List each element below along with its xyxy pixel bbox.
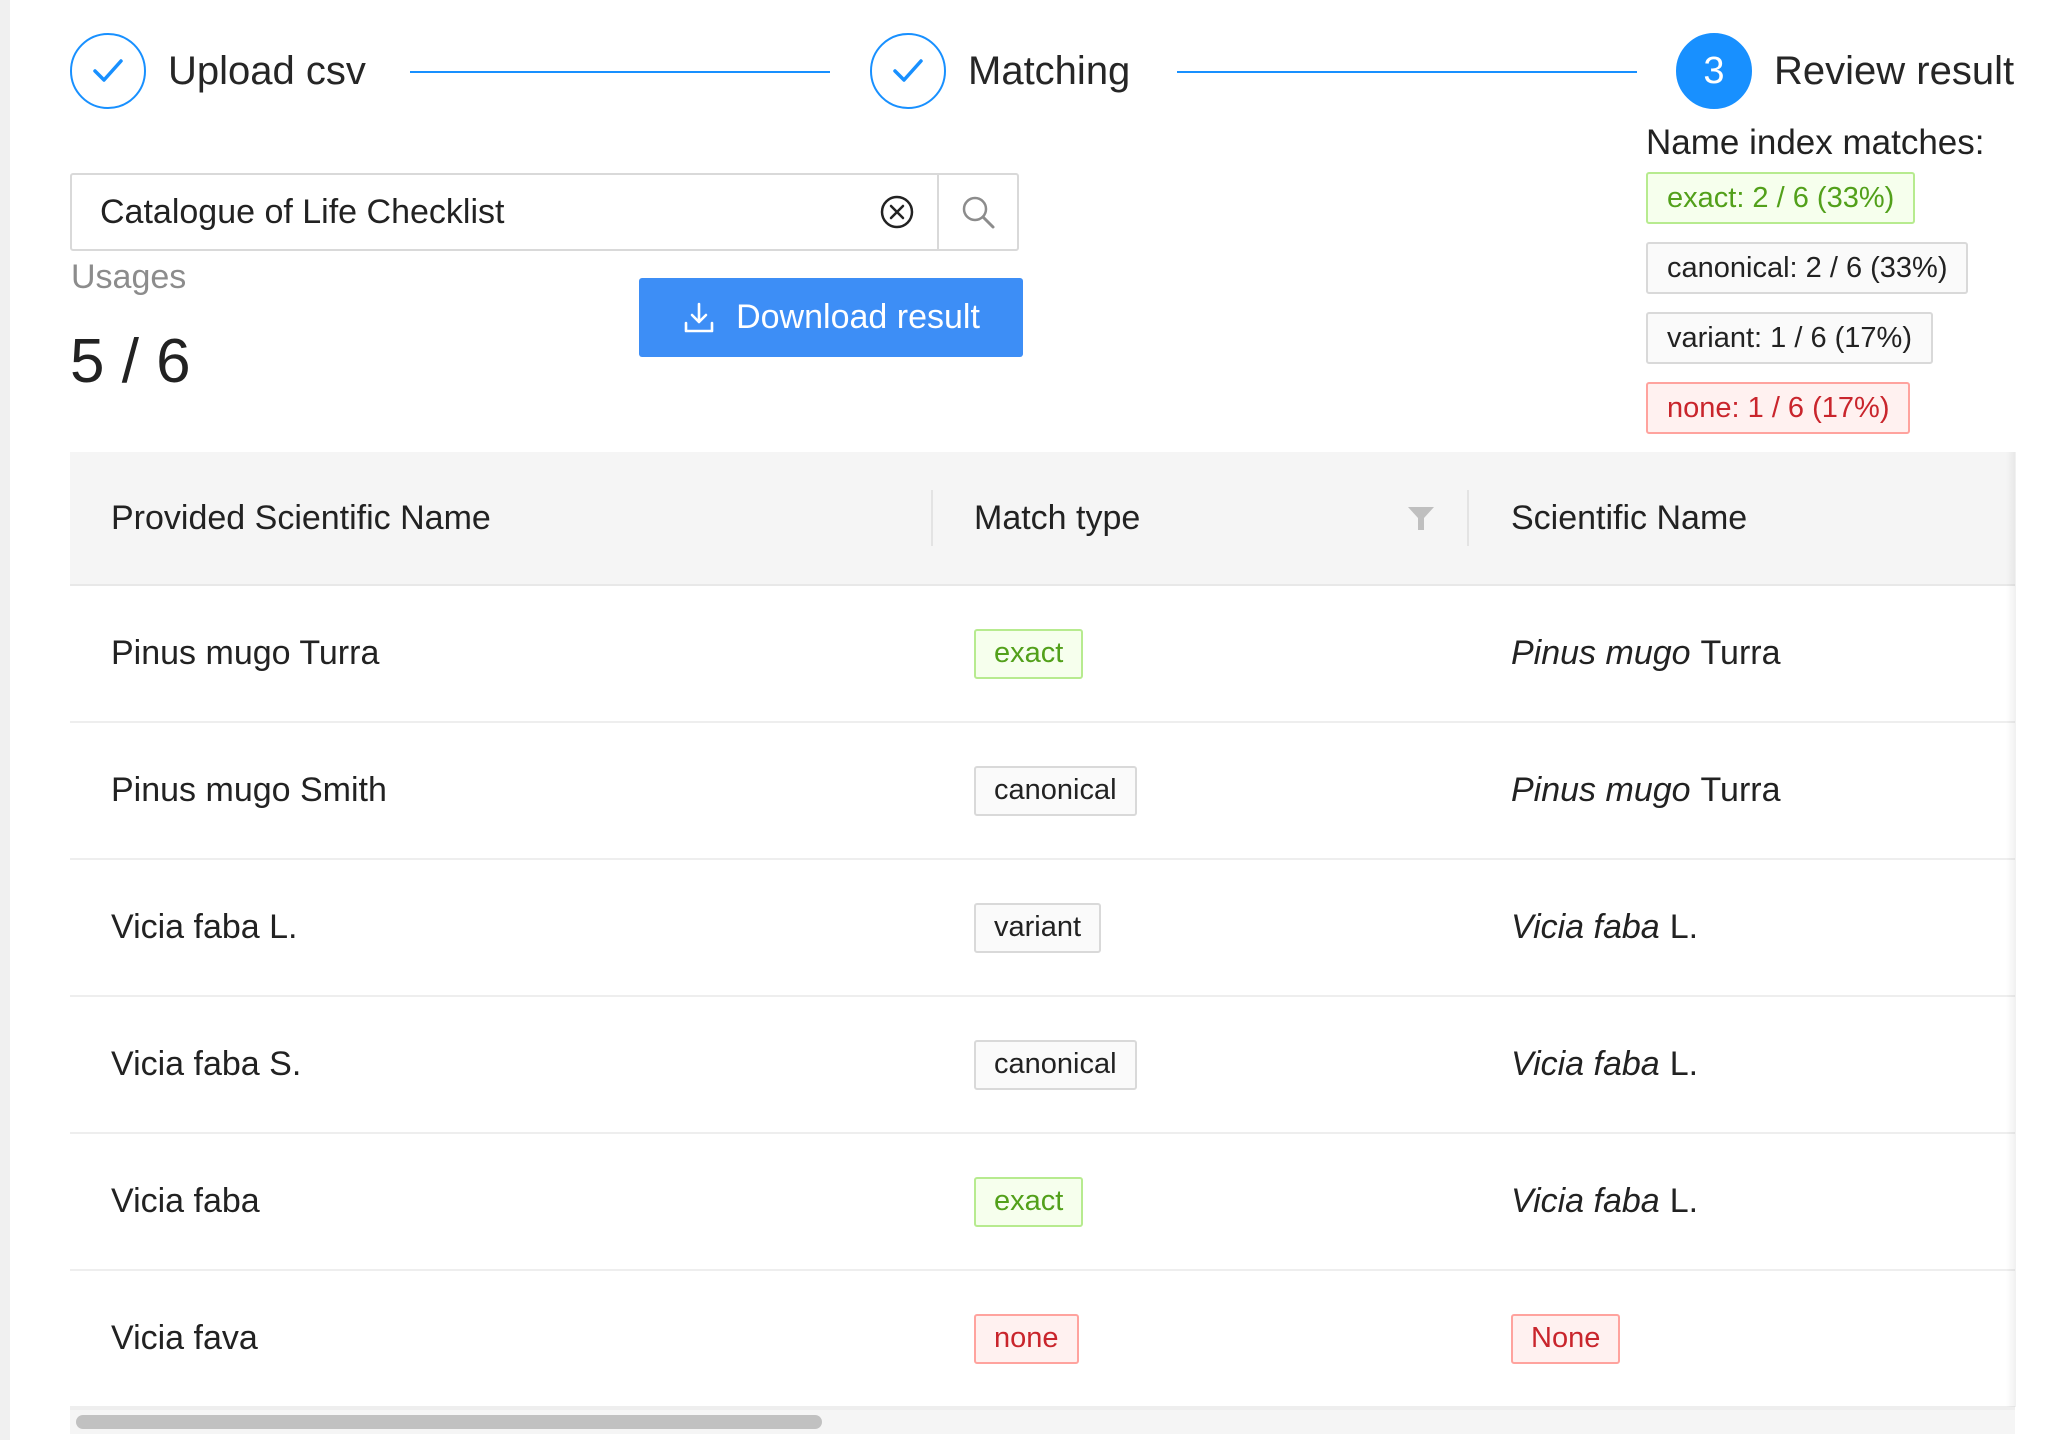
provided-name-cell: Pinus mugo Turra (111, 634, 380, 672)
scientific-name-cell: Pinus mugo Turra (1511, 586, 1781, 721)
step-connector (1177, 71, 1637, 73)
match-type-cell: canonical (974, 997, 1137, 1132)
step-review-result: 3 Review result (1676, 33, 2014, 109)
table-row: Pinus mugo Smith canonical Pinus mugo Turra (70, 723, 2015, 860)
match-type-tag: canonical (974, 1039, 1137, 1090)
scientific-name-cell: Vicia faba L. (1511, 1134, 1698, 1269)
table-row: Vicia fava none None (70, 1271, 2015, 1408)
column-provided-name: Provided Scientific Name (111, 498, 491, 537)
check-icon (870, 33, 946, 109)
left-edge (0, 0, 10, 1440)
match-type-cell: canonical (974, 723, 1137, 858)
check-icon (70, 33, 146, 109)
provided-name-cell: Vicia faba S. (111, 1045, 302, 1083)
search-button[interactable] (937, 175, 1017, 249)
scientific-name-author: L. (1669, 908, 1699, 946)
download-icon (684, 302, 714, 332)
summary-tag-none: none: 1 / 6 (17%) (1646, 382, 1911, 434)
scientific-name-cell: Pinus mugo Turra (1511, 723, 1781, 858)
summary-tag-variant: variant: 1 / 6 (17%) (1646, 312, 1933, 364)
horizontal-scrollbar[interactable] (70, 1408, 2015, 1434)
match-type-tag: canonical (974, 765, 1137, 816)
summary-tag-canonical: canonical: 2 / 6 (33%) (1646, 242, 1969, 294)
search-icon (962, 196, 995, 229)
match-type-tag: none (974, 1313, 1079, 1364)
scientific-name-author: L. (1669, 1045, 1699, 1083)
filter-icon[interactable] (1406, 452, 1436, 584)
step-title: Upload csv (168, 48, 366, 93)
clear-icon[interactable] (857, 175, 937, 249)
usages-label: Usages (71, 258, 187, 296)
provided-name-cell: Pinus mugo Smith (111, 771, 387, 809)
match-type-tag: exact (974, 628, 1084, 679)
scientific-name-author: Turra (1700, 771, 1781, 809)
scientific-name-cell: Vicia faba L. (1511, 860, 1698, 995)
provided-name-cell: Vicia fava (111, 1319, 258, 1357)
column-scientific-name: Scientific Name (1511, 498, 1748, 537)
column-match-type: Match type (974, 498, 1141, 537)
scientific-name-italic: Vicia faba (1511, 908, 1660, 946)
step-upload-csv: Upload csv (70, 33, 366, 109)
scientific-name-author: L. (1669, 1182, 1699, 1220)
scientific-name-italic: Vicia faba (1511, 1045, 1660, 1083)
table-row: Vicia faba L. variant Vicia faba L. (70, 860, 2015, 997)
scientific-name-italic: Pinus mugo (1511, 634, 1691, 672)
scientific-name-cell: None (1511, 1271, 1621, 1406)
dataset-search: Catalogue of Life Checklist (70, 173, 1019, 251)
download-result-button[interactable]: Download result (639, 278, 1023, 357)
step-matching: Matching (870, 33, 1130, 109)
table-row: Vicia faba exact Vicia faba L. (70, 1134, 2015, 1271)
provided-name-cell: Vicia faba L. (111, 908, 298, 946)
table-row: Vicia faba S. canonical Vicia faba L. (70, 997, 2015, 1134)
scientific-name-italic: Vicia faba (1511, 1182, 1660, 1220)
step-title: Review result (1774, 48, 2015, 93)
summary-tag-exact: exact: 2 / 6 (33%) (1646, 172, 1916, 224)
no-match-tag: None (1511, 1313, 1621, 1364)
step-number-badge: 3 (1676, 33, 1752, 109)
scientific-name-italic: Pinus mugo (1511, 771, 1691, 809)
download-label: Download result (736, 298, 980, 336)
match-type-tag: variant (974, 902, 1102, 953)
column-divider (1467, 490, 1469, 546)
scientific-name-cell: Vicia faba L. (1511, 997, 1698, 1132)
scroll-shadow (2006, 452, 2016, 1407)
step-connector (410, 71, 830, 73)
match-type-cell: none (974, 1271, 1079, 1406)
usages-value: 5 / 6 (70, 327, 191, 396)
scientific-name-author: Turra (1700, 634, 1781, 672)
provided-name-cell: Vicia faba (111, 1182, 260, 1220)
column-divider (931, 490, 933, 546)
table-header: Provided Scientific Name Match type Scie… (70, 452, 2015, 586)
results-table: Provided Scientific Name Match type Scie… (70, 452, 2015, 1440)
match-type-cell: exact (974, 1134, 1084, 1269)
match-type-tag: exact (974, 1176, 1084, 1227)
table-row: Pinus mugo Turra exact Pinus mugo Turra (70, 586, 2015, 723)
name-index-title: Name index matches: (1646, 123, 1985, 162)
search-input[interactable]: Catalogue of Life Checklist (72, 175, 857, 249)
step-title: Matching (968, 48, 1131, 93)
match-type-cell: exact (974, 586, 1084, 721)
match-type-cell: variant (974, 860, 1102, 995)
scrollbar-thumb[interactable] (76, 1415, 822, 1429)
